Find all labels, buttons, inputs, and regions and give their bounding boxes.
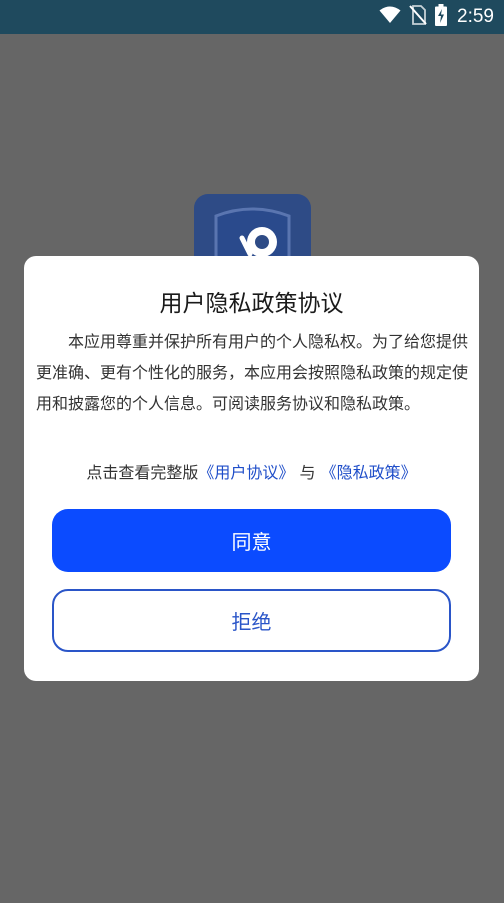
wifi-icon [379, 6, 401, 28]
dialog-body-text: 本应用尊重并保护所有用户的个人隐私权。为了给您提供更准确、更有个性化的服务，本应… [36, 332, 469, 413]
status-bar: 2:59 [0, 0, 504, 34]
privacy-policy-link[interactable]: 《隐私政策》 [321, 463, 417, 482]
dialog-title: 用户隐私政策协议 [159, 291, 344, 317]
agreement-links-line: 点击查看完整版《用户协议》 与 《隐私政策》 [24, 459, 479, 483]
privacy-dialog: 用户隐私政策协议 本应用尊重并保护所有用户的个人隐私权。为了给您提供更准确、更有… [24, 256, 479, 681]
no-sim-icon [409, 5, 427, 29]
status-time: 2:59 [457, 6, 494, 27]
links-prefix: 点击查看完整版 [86, 463, 199, 482]
reject-button[interactable]: 拒绝 [52, 589, 451, 652]
links-joiner: 与 [299, 463, 316, 482]
battery-charging-icon [435, 4, 448, 30]
user-agreement-link[interactable]: 《用户协议》 [198, 463, 294, 482]
agree-button[interactable]: 同意 [52, 509, 451, 572]
status-icons: 2:59 [379, 0, 494, 34]
